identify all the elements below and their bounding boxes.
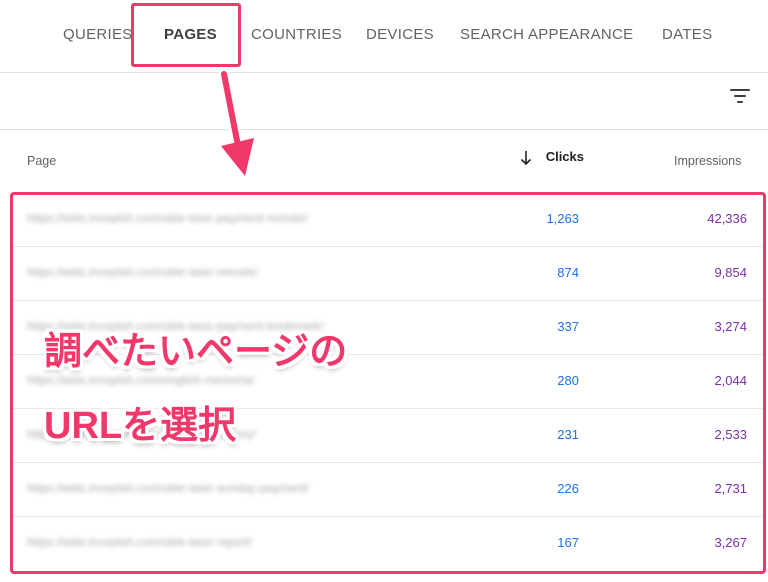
- pages-tab-highlight: [131, 3, 241, 67]
- tab-countries[interactable]: COUNTRIES: [251, 26, 342, 43]
- column-header-clicks[interactable]: Clicks: [543, 149, 584, 164]
- tab-search-appearance[interactable]: SEARCH APPEARANCE: [460, 26, 633, 43]
- table-toolbar: [0, 73, 768, 130]
- tab-dates[interactable]: DATES: [662, 26, 712, 43]
- column-header-impressions[interactable]: Impressions: [674, 154, 741, 168]
- rows-highlight: [10, 192, 766, 574]
- report-tabs: QUERIES PAGES COUNTRIES DEVICES SEARCH A…: [0, 0, 768, 73]
- sort-descending-icon[interactable]: [520, 150, 532, 166]
- tab-queries[interactable]: QUERIES: [63, 26, 133, 43]
- annotation-arrow-icon: [216, 70, 258, 182]
- column-header-page[interactable]: Page: [27, 154, 56, 168]
- table-header: Page Clicks Impressions: [0, 130, 768, 190]
- annotation-text-line1: 調べたいページの: [44, 331, 348, 373]
- tab-devices[interactable]: DEVICES: [366, 26, 434, 43]
- filter-icon[interactable]: [730, 89, 752, 107]
- annotation-text-line2: URLを選択: [44, 405, 237, 447]
